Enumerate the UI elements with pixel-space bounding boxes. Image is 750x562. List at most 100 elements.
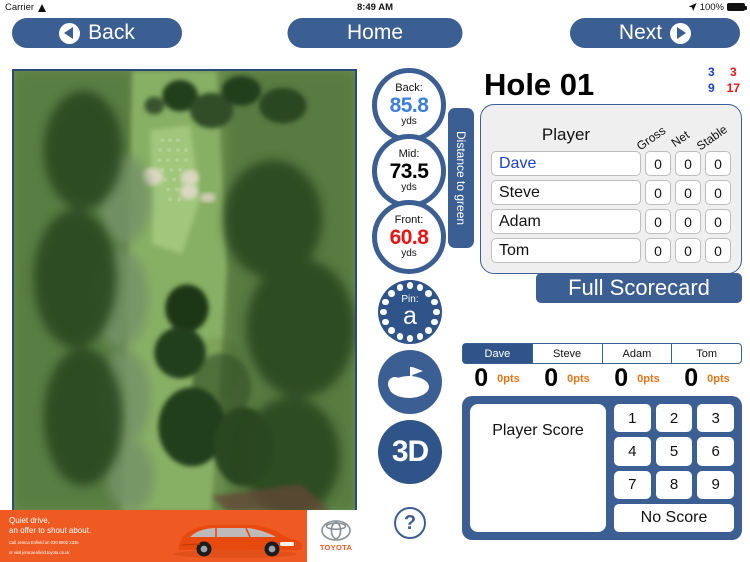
player-score-display[interactable]: Player Score [470, 404, 606, 532]
dimple [380, 308, 387, 316]
gross-cell[interactable]: 0 [645, 238, 671, 263]
stable-cell[interactable]: 0 [705, 209, 731, 234]
dimple [382, 318, 389, 326]
tab-player-steve[interactable]: Steve [531, 343, 602, 364]
player-score-label: Player Score [492, 422, 584, 439]
toyota-wordmark: TOYOTA [319, 543, 353, 552]
score-points: 0pts [707, 372, 730, 385]
stable-cell[interactable]: 0 [705, 238, 731, 263]
help-label: ? [403, 511, 417, 534]
score-entry-panel: Player Score 1 2 3 4 5 6 7 8 9 No Score [462, 396, 742, 540]
ad-brand-logo: TOYOTA [307, 510, 365, 562]
next-button[interactable]: Next [570, 18, 740, 48]
dimple [406, 282, 414, 289]
page-title: Hole 01 [484, 67, 595, 102]
stable-cell[interactable]: 0 [705, 180, 731, 205]
net-cell[interactable]: 0 [675, 238, 701, 263]
right-panel: Hole 01 3 3 9 17 Full Scorecard Player G… [462, 52, 750, 562]
dimple [388, 327, 395, 334]
table-row[interactable]: Tom 0 0 0 [491, 238, 731, 263]
score-points: 0pts [567, 372, 590, 385]
hole-index-red: 17 [726, 81, 740, 95]
distance-mid[interactable]: Mid: 73.5 yds [372, 134, 446, 208]
key-7[interactable]: 7 [614, 470, 651, 499]
battery-icon [727, 3, 747, 11]
dimple [396, 284, 404, 291]
net-cell[interactable]: 0 [675, 151, 701, 176]
advertisement-banner[interactable]: Quiet drive, an offer to shout about. Ca… [0, 510, 365, 562]
key-6[interactable]: 6 [697, 437, 734, 466]
key-3[interactable]: 3 [697, 404, 734, 433]
no-score-button[interactable]: No Score [614, 503, 734, 532]
scorecard-panel: Player Gross Net Stable Dave 0 0 0 Steve… [480, 104, 742, 274]
net-cell[interactable]: 0 [675, 209, 701, 234]
distance-mid-value: 73.5 [389, 160, 429, 183]
distance-group: Back: 85.8 yds Mid: 73.5 yds Front: 60.8… [372, 68, 454, 274]
distance-front[interactable]: Front: 60.8 yds [372, 200, 446, 274]
three-d-view-button[interactable]: 3D [378, 420, 442, 484]
home-button-label: Home [346, 21, 404, 44]
green-view-button[interactable] [378, 350, 442, 414]
three-d-label: 3D [391, 435, 429, 468]
home-button[interactable]: Home [287, 18, 463, 48]
distance-front-unit: yds [401, 248, 417, 259]
tab-player-adam[interactable]: Adam [601, 343, 672, 364]
distance-mid-unit: yds [401, 182, 417, 193]
player-name-field[interactable]: Adam [491, 209, 641, 234]
gross-cell[interactable]: 0 [645, 180, 671, 205]
gross-cell[interactable]: 0 [645, 151, 671, 176]
battery-percent: 100% [699, 1, 724, 13]
table-row[interactable]: Dave 0 0 0 [491, 151, 731, 176]
key-4[interactable]: 4 [614, 437, 651, 466]
tab-player-dave[interactable]: Dave [462, 343, 532, 364]
hole-index-blue: 9 [707, 81, 715, 95]
stable-cell[interactable]: 0 [705, 151, 731, 176]
tab-player-tom[interactable]: Tom [671, 343, 742, 364]
player-name-field[interactable]: Steve [491, 180, 641, 205]
key-2[interactable]: 2 [655, 404, 693, 433]
status-bar: Carrier 8:49 AM 100% [0, 0, 750, 14]
key-1[interactable]: 1 [614, 404, 651, 433]
full-scorecard-button[interactable]: Full Scorecard [536, 273, 742, 303]
hole-aerial-map[interactable] [12, 69, 357, 514]
net-cell[interactable]: 0 [675, 180, 701, 205]
table-row[interactable]: Adam 0 0 0 [491, 209, 731, 234]
score-item: 0 0pts [462, 366, 532, 391]
distance-front-label: Front: [394, 214, 424, 226]
player-name-field[interactable]: Tom [491, 238, 641, 263]
score-value: 0 [684, 364, 699, 392]
distance-back-unit: yds [401, 116, 417, 127]
player-score-summary: 0 0pts 0 0pts 0 0pts 0 0pts [462, 366, 742, 391]
back-button-label: Back [88, 21, 135, 44]
dimple [406, 335, 414, 342]
key-8[interactable]: 8 [655, 470, 693, 499]
chevron-left-icon [59, 22, 81, 44]
ad-headline-2: an offer to shout about. [9, 526, 92, 536]
back-button[interactable]: Back [12, 18, 182, 48]
score-value: 0 [544, 364, 559, 392]
table-row[interactable]: Steve 0 0 0 [491, 180, 731, 205]
dimple [416, 333, 424, 340]
dimple [388, 290, 395, 297]
navigation-bar: Back Home Next [0, 14, 750, 52]
dimple [382, 298, 389, 306]
player-name-field[interactable]: Dave [491, 151, 641, 176]
dimple [416, 284, 424, 291]
distance-back[interactable]: Back: 85.8 yds [372, 68, 446, 142]
ad-copy: Quiet drive, an offer to shout about. Ca… [0, 516, 150, 555]
toyota-logo-icon [321, 520, 351, 541]
distance-to-green-tab: Distance to green [448, 108, 474, 248]
header-player: Player [541, 125, 591, 144]
key-9[interactable]: 9 [697, 470, 734, 499]
help-button[interactable]: ? [394, 507, 426, 539]
score-item: 0 0pts [602, 366, 672, 391]
pin-position-button[interactable]: Pin: a [378, 280, 442, 344]
distance-to-green-label: Distance to green [454, 130, 468, 226]
next-button-label: Next [618, 21, 663, 44]
dimple [396, 333, 404, 340]
ad-subtext-2: or visit jemcaenfield.toyota.co.uk [9, 550, 70, 555]
key-5[interactable]: 5 [655, 437, 693, 466]
location-arrow-icon [688, 3, 697, 11]
dimple [433, 308, 440, 316]
gross-cell[interactable]: 0 [645, 209, 671, 234]
